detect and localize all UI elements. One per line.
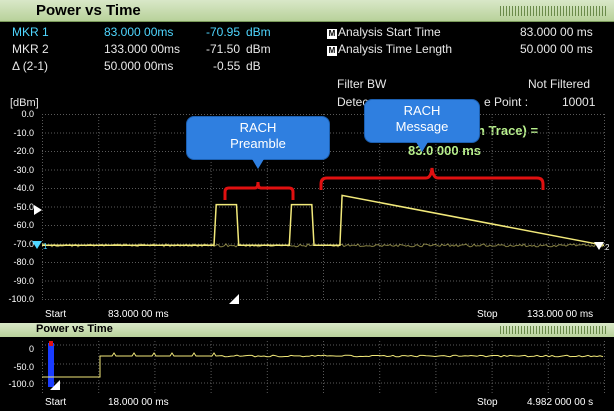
overview-window-marker[interactable] bbox=[49, 341, 53, 346]
main-start-value: 83.000 00 ms bbox=[108, 309, 169, 320]
overview-grip[interactable] bbox=[500, 326, 606, 334]
analyzer-window: Power vs Time MKR 1 83.000 00ms -70.95 d… bbox=[0, 0, 614, 411]
rach-preamble-callout: RACH Preamble bbox=[186, 116, 330, 169]
overview-trace-plot[interactable] bbox=[42, 341, 605, 393]
overview-stop-label: Stop bbox=[477, 397, 498, 408]
main-stop-label: Stop bbox=[477, 309, 498, 320]
overview-trace-line bbox=[42, 352, 604, 378]
message-bracket bbox=[319, 167, 545, 190]
overview-cursor-icon bbox=[50, 380, 60, 390]
overview-grid bbox=[42, 341, 605, 393]
overview-ytick: -50.0 bbox=[13, 362, 34, 372]
main-stop-value: 133.000 00 ms bbox=[527, 309, 594, 320]
main-start-label: Start bbox=[45, 309, 67, 320]
overview-stop-value: 4.982 000 00 s bbox=[527, 397, 594, 408]
overview-title: Power vs Time bbox=[36, 323, 113, 335]
overview-ytick: 0 bbox=[28, 344, 34, 354]
rach-message-callout: RACH Message bbox=[364, 99, 480, 152]
overview-title-bar[interactable]: Power vs Time bbox=[0, 323, 614, 337]
overview-start-value: 18.000 00 ms bbox=[108, 397, 169, 408]
overview-start-label: Start bbox=[45, 397, 67, 408]
preamble-bracket bbox=[223, 181, 295, 200]
overview-ytick: -100.0 bbox=[8, 379, 34, 389]
